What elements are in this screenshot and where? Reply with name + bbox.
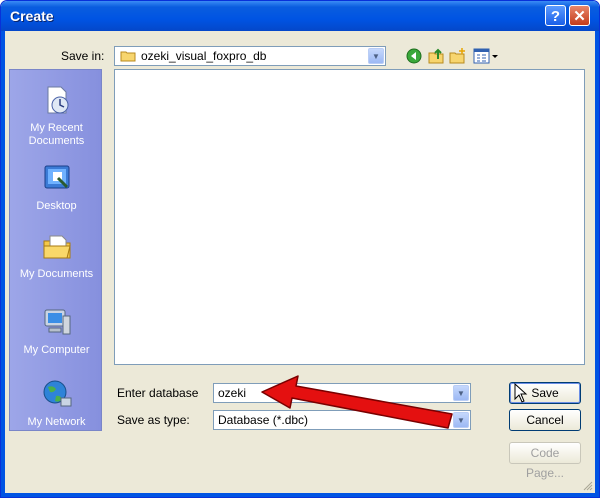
chevron-down-icon[interactable]: ▼ — [453, 385, 469, 401]
save-in-label: Save in: — [61, 49, 105, 63]
place-label: My Documents — [19, 268, 94, 280]
place-label: My Recent Documents — [28, 122, 85, 147]
place-label: My Network — [27, 416, 86, 428]
mouse-cursor-icon — [514, 383, 528, 403]
resize-grip[interactable] — [583, 481, 593, 491]
my-computer-icon — [44, 309, 70, 335]
save-as-type-value: Database (*.dbc) — [218, 413, 309, 427]
close-icon: ✕ — [573, 8, 586, 25]
help-icon: ? — [550, 8, 561, 25]
place-label: Desktop — [36, 200, 77, 212]
up-folder-icon[interactable] — [427, 47, 445, 65]
window-frame-bottom — [1, 493, 599, 497]
database-name-input[interactable]: ozeki — [218, 386, 246, 400]
places-bar: My Recent Documents Desktop My Documents — [9, 69, 102, 431]
place-my-recent-documents[interactable]: My Recent Documents — [10, 84, 103, 148]
my-network-icon — [43, 380, 71, 407]
file-list[interactable] — [114, 69, 585, 365]
window-title: Create — [10, 8, 54, 24]
place-desktop[interactable]: Desktop — [10, 162, 103, 213]
save-in-value: ozeki_visual_foxpro_db — [141, 49, 267, 63]
new-folder-icon[interactable] — [449, 47, 467, 65]
save-in-dropdown[interactable]: ozeki_visual_foxpro_db ▼ — [114, 46, 386, 66]
folder-icon — [120, 51, 136, 62]
chevron-down-icon[interactable]: ▼ — [368, 48, 384, 64]
place-label: My Computer — [23, 344, 90, 356]
save-as-type-label: Save as type: — [117, 413, 190, 427]
window-frame-right — [595, 31, 599, 497]
code-page-button[interactable]: Code Page... — [509, 442, 581, 480]
place-my-network[interactable]: My Network — [10, 378, 103, 429]
place-my-documents[interactable]: My Documents — [10, 230, 103, 281]
chevron-down-icon[interactable]: ▼ — [453, 412, 469, 428]
desktop-icon — [44, 165, 69, 189]
title-bar[interactable]: Create ? ✕ — [1, 1, 599, 31]
my-documents-icon — [43, 235, 71, 259]
enter-database-label: Enter database — [117, 386, 199, 400]
create-dialog: Create ? ✕ Save in: ozeki_visual_foxpro_… — [0, 0, 600, 498]
close-button[interactable]: ✕ — [569, 5, 590, 26]
cancel-button[interactable]: Cancel — [509, 409, 581, 431]
help-button[interactable]: ? — [545, 5, 566, 26]
back-icon[interactable] — [405, 47, 423, 65]
place-my-computer[interactable]: My Computer — [10, 306, 103, 357]
window-frame-left — [1, 31, 5, 497]
database-name-combo[interactable]: ozeki ▼ — [213, 383, 471, 403]
recent-documents-icon — [47, 86, 68, 114]
views-menu-icon[interactable] — [473, 47, 499, 65]
save-as-type-dropdown[interactable]: Database (*.dbc) ▼ — [213, 410, 471, 430]
